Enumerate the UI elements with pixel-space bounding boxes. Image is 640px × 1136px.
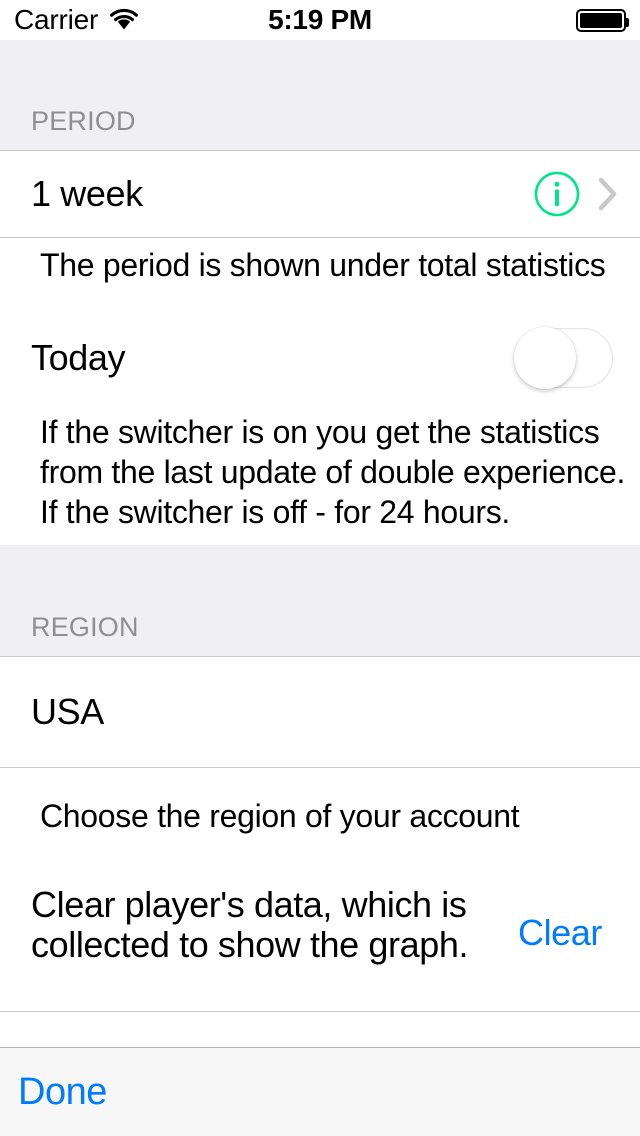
row-today-label: Today (31, 337, 126, 378)
battery-full-icon (576, 8, 629, 32)
divider-region-bottom (0, 767, 640, 768)
row-region-label: USA (31, 691, 104, 732)
switcher-footer-line-3: If the switcher is off - for 24 hours. (40, 494, 510, 530)
section-header-period: PERIOD (0, 40, 640, 151)
row-clear-data: Clear player's data, which is collected … (0, 885, 640, 965)
section-header-region-label: REGION (31, 612, 139, 642)
divider-clear-bottom (0, 1011, 640, 1012)
row-period-accessories (534, 151, 618, 237)
chevron-right-icon (598, 177, 618, 211)
status-bar-right (576, 0, 629, 40)
switcher-footer-text: If the switcher is on you get the statis… (0, 412, 640, 532)
info-circle-icon[interactable] (534, 171, 580, 217)
clear-button[interactable]: Clear (518, 912, 602, 954)
period-footer-line: The period is shown under total statisti… (40, 247, 606, 283)
bottom-toolbar: Done (0, 1047, 640, 1136)
region-footer-text: Choose the region of your account (0, 793, 640, 839)
clear-data-line-2: collected to show the graph. (31, 924, 469, 965)
clear-data-line-1: Clear player's data, which is (31, 884, 467, 925)
divider-period-bottom (0, 237, 640, 238)
app-screen: Carrier 5:19 PM PERIOD 1 week The period… (0, 0, 640, 1136)
period-footer-text: The period is shown under total statisti… (0, 240, 640, 290)
section-header-region: REGION (0, 545, 640, 657)
row-period-label: 1 week (31, 173, 143, 214)
region-footer-line: Choose the region of your account (40, 798, 520, 834)
status-bar-clock: 5:19 PM (268, 4, 372, 35)
row-region[interactable]: USA (0, 657, 640, 767)
section-header-period-label: PERIOD (31, 106, 136, 136)
today-switch[interactable] (514, 327, 613, 389)
switcher-footer-line-2: from the last update of double experienc… (40, 454, 626, 490)
today-switch-knob[interactable] (514, 327, 576, 389)
switcher-footer-line-1: If the switcher is on you get the statis… (40, 414, 600, 450)
row-today[interactable]: Today (0, 310, 640, 406)
today-switch-track[interactable] (514, 327, 613, 389)
status-bar: Carrier 5:19 PM (0, 0, 640, 40)
row-period[interactable]: 1 week (0, 151, 640, 237)
clear-data-description: Clear player's data, which is collected … (0, 884, 469, 965)
done-button[interactable]: Done (0, 1071, 107, 1114)
